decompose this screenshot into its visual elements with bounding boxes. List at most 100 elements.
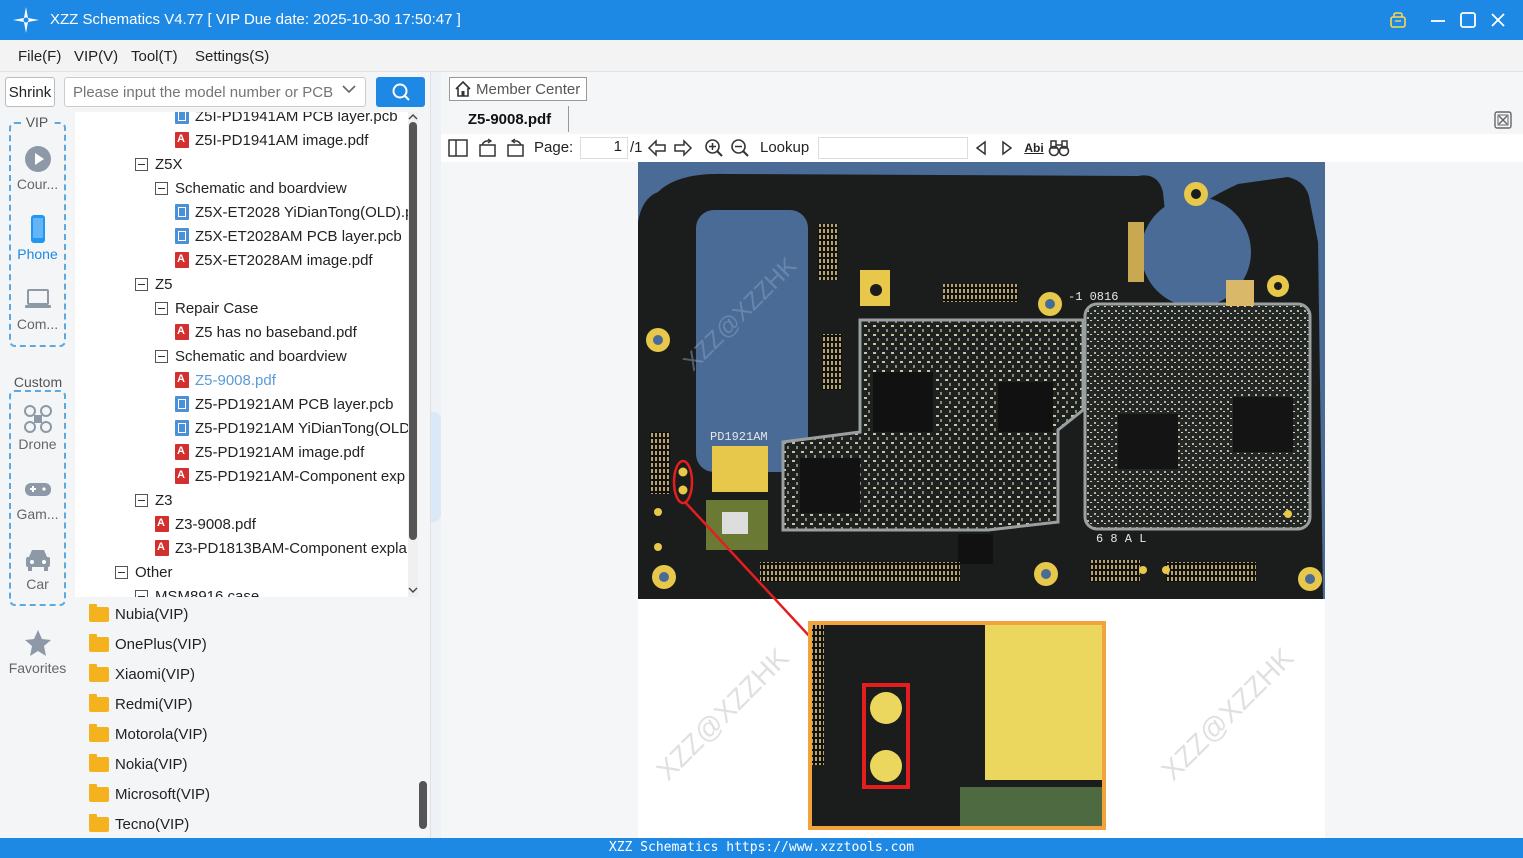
tree-group[interactable]: Other — [115, 560, 173, 584]
folder-item[interactable]: Nokia(VIP) — [89, 752, 188, 776]
folder-item[interactable]: Xiaomi(VIP) — [89, 662, 195, 686]
tree-file[interactable]: Z5I-PD1941AM PCB layer.pcb — [175, 112, 398, 128]
folder-item[interactable]: Tecno(VIP) — [89, 812, 189, 836]
tree-group[interactable]: Z5X — [135, 152, 183, 176]
pdf-viewer[interactable]: PD1921AM -1 0816 6 8 A L XZZ@XZZHK XZZ@X… — [441, 162, 1523, 838]
rotate-right-icon[interactable] — [504, 137, 526, 159]
chevron-down-icon[interactable] — [407, 585, 419, 595]
zoom-in-icon[interactable] — [703, 137, 725, 159]
panel-splitter[interactable] — [430, 72, 441, 838]
close-document-icon[interactable] — [1493, 110, 1513, 130]
prev-page-icon[interactable] — [646, 137, 668, 159]
chevron-down-icon[interactable] — [342, 84, 356, 94]
rail-item-courses[interactable]: Cour... — [0, 144, 75, 192]
next-page-icon[interactable] — [672, 137, 694, 159]
folder-item[interactable]: Motorola(VIP) — [89, 722, 208, 746]
tree-file[interactable]: Z5-9008.pdf — [175, 368, 276, 392]
splitter-handle[interactable] — [431, 412, 441, 522]
silkscreen-pins: 6 8 A L — [1096, 532, 1146, 546]
tree-file[interactable]: Z5-PD1921AM image.pdf — [175, 440, 364, 464]
chevron-up-icon[interactable] — [407, 112, 419, 122]
tree-group[interactable]: MSM8916 case — [135, 584, 259, 597]
rail-item-car[interactable]: Car — [0, 544, 75, 592]
minimize-button[interactable] — [1426, 8, 1450, 32]
rail-item-label: Com... — [16, 316, 59, 332]
pdf-file-icon — [175, 372, 189, 388]
maximize-button[interactable] — [1456, 8, 1480, 32]
tree-group[interactable]: Schematic and boardview — [155, 344, 347, 368]
tree-file[interactable]: Z5X-ET2028AM image.pdf — [175, 248, 373, 272]
laptop-icon — [24, 289, 51, 308]
tree-file[interactable]: Z3-PD1813BAM-Component expla — [155, 536, 407, 560]
collapse-toggle-icon[interactable] — [155, 181, 168, 195]
collapse-toggle-icon[interactable] — [135, 157, 148, 171]
menu-bar: File(F) VIP(V) Tool(T) Settings(S) — [0, 40, 1523, 72]
pcb-file-icon — [175, 396, 189, 412]
collapse-toggle-icon[interactable] — [155, 349, 168, 363]
rail-item-label: Phone — [17, 246, 58, 262]
tree-group[interactable]: Z5 — [135, 272, 173, 296]
tree-group[interactable]: Z3 — [135, 488, 173, 512]
tree-item-label: MSM8916 case — [155, 587, 260, 598]
star-icon — [24, 630, 51, 656]
tree-file[interactable]: Z5I-PD1941AM image.pdf — [175, 128, 368, 152]
sidebar-toggle-icon[interactable] — [447, 137, 469, 159]
tab-document[interactable]: Z5-9008.pdf — [451, 106, 569, 132]
rail-item-computer[interactable]: Com... — [0, 284, 75, 332]
menu-settings[interactable]: Settings(S) — [195, 48, 269, 65]
folder-label: Nubia(VIP) — [115, 605, 189, 623]
find-prev-icon[interactable] — [970, 137, 992, 159]
rail-item-drone[interactable]: Drone — [0, 404, 75, 452]
lookup-label: Lookup — [760, 139, 810, 156]
folder-item[interactable]: Nubia(VIP) — [89, 602, 188, 626]
pdf-file-icon — [175, 324, 189, 340]
find-next-icon[interactable] — [996, 137, 1018, 159]
member-center-button[interactable]: Member Center — [449, 77, 588, 101]
pdf-file-icon — [175, 444, 189, 460]
zoom-out-icon[interactable] — [729, 137, 751, 159]
tree-file[interactable]: Z5X-ET2028AM PCB layer.pcb — [175, 224, 402, 248]
collapse-toggle-icon[interactable] — [135, 589, 148, 597]
menu-vip[interactable]: VIP(V) — [74, 48, 118, 65]
page-number-input[interactable]: 1 — [580, 137, 628, 159]
collapse-toggle-icon[interactable] — [135, 277, 148, 291]
tree-file[interactable]: Z5-PD1921AM-Component exp — [175, 464, 405, 488]
rail-item-phone[interactable]: Phone — [0, 214, 75, 262]
search-button[interactable] — [376, 77, 425, 107]
car-icon — [25, 550, 50, 571]
tree-scrollbar[interactable] — [408, 112, 418, 597]
folder-icon — [89, 753, 109, 772]
rail-item-favorites[interactable]: Favorites — [0, 628, 75, 676]
tree-file[interactable]: Z5X-ET2028 YiDianTong(OLD).p — [175, 200, 408, 224]
tree-file[interactable]: Z5-PD1921AM YiDianTong(OLD — [175, 416, 408, 440]
menu-tool[interactable]: Tool(T) — [131, 48, 178, 65]
folder-scrollbar-thumb[interactable] — [419, 781, 427, 829]
menu-file[interactable]: File(F) — [18, 48, 61, 65]
match-case-icon[interactable]: Abi — [1023, 137, 1045, 159]
collapse-toggle-icon[interactable] — [135, 493, 148, 507]
lock-icon[interactable] — [1386, 8, 1410, 32]
collapse-toggle-icon[interactable] — [155, 301, 168, 315]
rail-item-label: Gam... — [16, 506, 59, 522]
custom-group-label: Custom — [9, 374, 67, 390]
tree-group[interactable]: Schematic and boardview — [155, 176, 347, 200]
shrink-button[interactable]: Shrink — [5, 77, 55, 107]
search-input[interactable] — [64, 77, 366, 107]
tree-file[interactable]: Z3-9008.pdf — [155, 512, 256, 536]
rotate-left-icon[interactable] — [477, 137, 499, 159]
tree-file[interactable]: Z5-PD1921AM PCB layer.pcb — [175, 392, 393, 416]
folder-item[interactable]: Redmi(VIP) — [89, 692, 193, 716]
folder-item[interactable]: OnePlus(VIP) — [89, 632, 207, 656]
home-icon — [455, 80, 471, 97]
tree-item-label: Z5I-PD1941AM image.pdf — [195, 131, 369, 149]
lookup-input[interactable] — [818, 137, 968, 159]
close-button[interactable] — [1486, 8, 1510, 32]
tree-scrollbar-thumb[interactable] — [409, 122, 417, 540]
tree-group[interactable]: Repair Case — [155, 296, 258, 320]
rail-item-games[interactable]: Gam... — [0, 474, 75, 522]
folder-item[interactable]: Microsoft(VIP) — [89, 782, 210, 806]
search-icon — [392, 83, 410, 101]
binoculars-icon[interactable] — [1048, 137, 1070, 159]
tree-file[interactable]: Z5 has no baseband.pdf — [175, 320, 357, 344]
collapse-toggle-icon[interactable] — [115, 565, 128, 579]
